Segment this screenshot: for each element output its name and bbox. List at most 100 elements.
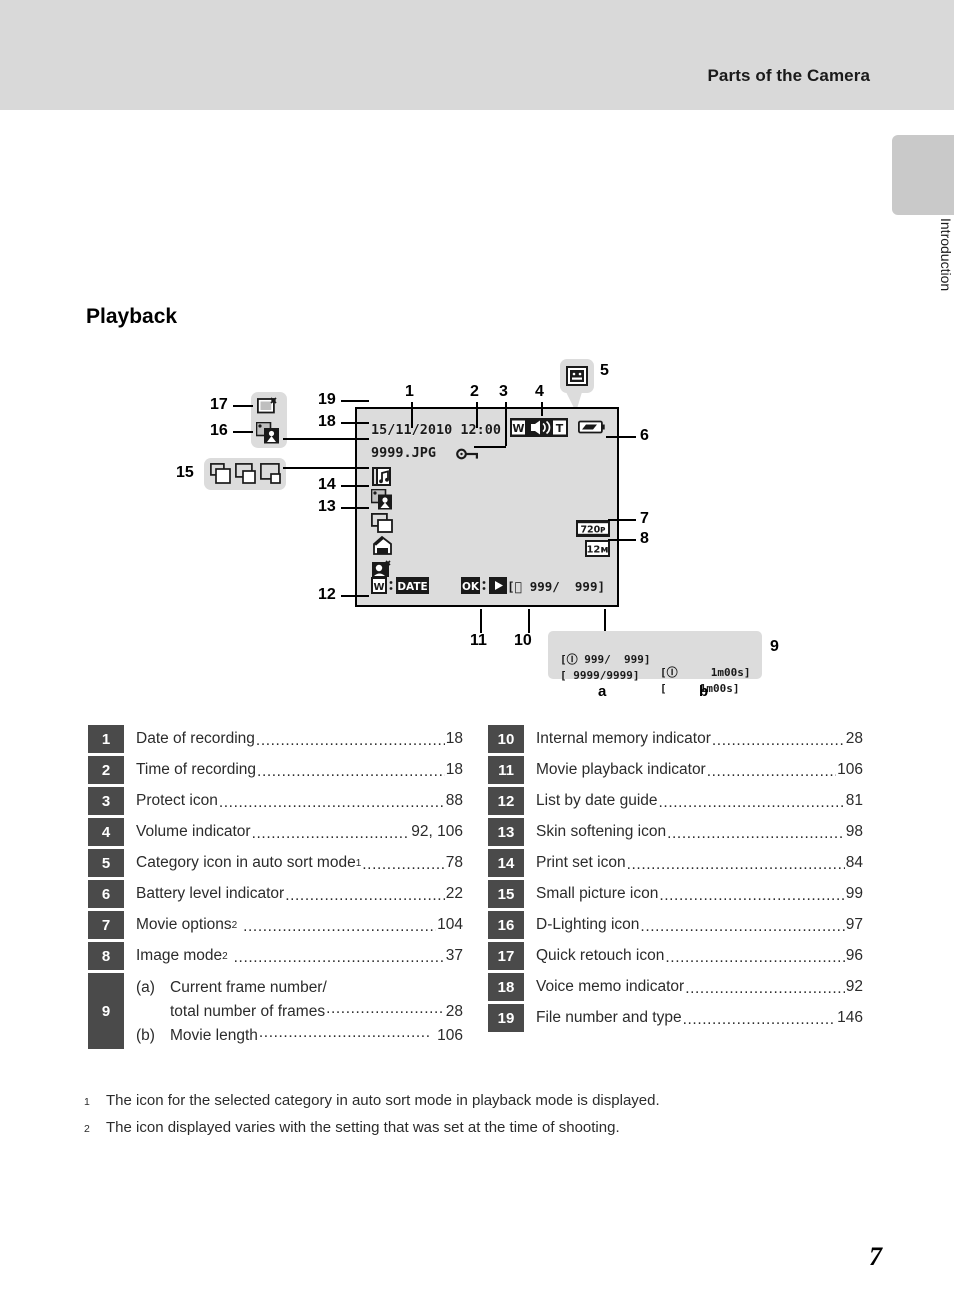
legend-dots: ........................................…	[667, 825, 845, 842]
legend-row: 17 Quick retouch icon....................…	[488, 942, 863, 970]
callout-2: 2	[470, 383, 479, 400]
legend-dots: ........................................…	[685, 980, 845, 997]
leader-6	[606, 436, 636, 438]
callout-15: 15	[176, 464, 194, 481]
playback-display-diagram: 5 15/11/2010 12:00 9999.JPG [ 999/ 999]…	[0, 350, 954, 720]
legend-number: 2	[88, 756, 124, 784]
leader-8	[608, 539, 636, 541]
legend-number: 1	[88, 725, 124, 753]
svg-text:720ᴘ: 720ᴘ	[580, 524, 605, 535]
battery-level-icon	[578, 420, 605, 434]
legend-dots: ........................................…	[285, 887, 445, 904]
leader-9	[604, 609, 606, 631]
legend-dots: ........................................…	[659, 887, 845, 904]
footnote-text: The icon for the selected category in au…	[106, 1092, 660, 1109]
legend-label: File number and type	[536, 1009, 682, 1026]
leader-17	[233, 405, 253, 407]
legend-page: 146	[837, 1009, 863, 1026]
legend-row: 15 Small picture icon....................…	[488, 880, 863, 908]
example-label-a: a	[598, 683, 607, 700]
legend-entry: Internal memory indicator...............…	[524, 725, 863, 753]
legend-entry: Protect icon............................…	[124, 787, 463, 815]
legend-number: 9	[88, 973, 124, 1049]
legend-dots: ....................	[362, 856, 445, 873]
legend-number: 15	[488, 880, 524, 908]
list-by-date-guide-icon: W DATE	[371, 577, 429, 594]
svg-text:W: W	[373, 582, 384, 593]
leader-4	[541, 402, 543, 416]
legend-entry: List by date guide......................…	[524, 787, 863, 815]
legend-number: 8	[88, 942, 124, 970]
legend-label: Movie options	[136, 916, 232, 933]
legend-dots: ...................................	[258, 1024, 431, 1041]
leader-16-to-lcd	[283, 438, 369, 440]
leader-1	[411, 402, 413, 428]
legend-9a-page: 28	[445, 1003, 463, 1020]
legend-entry: Time of recording.......................…	[124, 756, 463, 784]
leader-3-h	[474, 446, 506, 448]
lcd-date-time-text: 15/11/2010 12:00	[371, 422, 502, 438]
legend-page: 96	[845, 947, 863, 964]
voice-memo-icon	[372, 467, 391, 486]
legend-9a-line2: total number of frames .................…	[136, 998, 463, 1022]
legend-page: 78	[445, 854, 463, 871]
legend-column-right: 10 Internal memory indicator.............…	[488, 725, 863, 1035]
callout-18: 18	[318, 413, 336, 430]
legend-dots: ........................................…	[251, 825, 411, 842]
legend-dots: ........................................…	[218, 794, 445, 811]
footnote-row: 1 The icon for the selected category in …	[84, 1088, 884, 1115]
legend-entry: Battery level indicator.................…	[124, 880, 463, 908]
page-number: 7	[869, 1242, 882, 1271]
small-picture-icon-small	[260, 463, 281, 484]
legend-9b-key: (b)	[136, 1027, 155, 1044]
legend-9a-text1: Current frame number/	[170, 979, 327, 996]
example-label-b: b	[699, 683, 709, 700]
small-picture-icon	[371, 513, 393, 533]
leader-10	[528, 609, 530, 633]
legend-row: 2 Time of recording......................…	[88, 756, 463, 784]
legend-page: 106	[837, 761, 863, 778]
image-mode-12m-icon: 12ᴍ	[585, 540, 610, 557]
legend-number: 14	[488, 849, 524, 877]
d-lighting-icon-callout	[256, 422, 279, 444]
leader-11	[480, 609, 482, 633]
legend-number: 19	[488, 1004, 524, 1032]
svg-text:OK: OK	[462, 581, 480, 593]
legend-entry: Movie options 2 .........................…	[124, 911, 463, 939]
legend-row: 3 Protect icon...........................…	[88, 787, 463, 815]
example-row-2: [ 9999/9999] [ 1m00s]	[548, 656, 762, 708]
legend-9a-line1: (a) Current frame number/	[136, 977, 463, 998]
legend-label: Image mode	[136, 947, 223, 964]
legend-footnote-mark: 2	[222, 950, 228, 962]
quick-retouch-icon	[257, 397, 277, 414]
legend-9a-text2: total number of frames	[170, 1003, 326, 1020]
movie-playback-indicator-icon: OK	[461, 577, 507, 594]
leader-12	[341, 595, 369, 597]
legend-dots: ........................................…	[640, 918, 845, 935]
legend-9a-key: (a)	[136, 979, 155, 996]
d-lighting-icon	[371, 489, 392, 510]
leader-15	[283, 467, 369, 469]
legend-number: 3	[88, 787, 124, 815]
legend-row: 7 Movie options 2 ........................…	[88, 911, 463, 939]
legend-label: List by date guide	[536, 792, 658, 809]
legend-label: Small picture icon	[536, 885, 659, 902]
svg-text:DATE: DATE	[397, 581, 427, 593]
print-set-icon	[373, 536, 392, 555]
legend-row-9: 9 (a) Current frame number/ total number…	[88, 973, 463, 1049]
legend-entry: File number and type....................…	[524, 1004, 863, 1032]
callout-10: 10	[514, 632, 532, 649]
legend-label: D-Lighting icon	[536, 916, 640, 933]
legend-dots: ........................................…	[255, 732, 445, 749]
legend-number: 16	[488, 911, 524, 939]
legend-row: 16 D-Lighting icon.......................…	[488, 911, 863, 939]
leader-2	[476, 402, 478, 428]
callout-13: 13	[318, 498, 336, 515]
legend-row: 4 Volume indicator.......................…	[88, 818, 463, 846]
legend-9b-text: Movie length	[170, 1027, 258, 1044]
callout-9: 9	[770, 638, 779, 655]
legend-number: 18	[488, 973, 524, 1001]
section-heading: Playback	[86, 305, 178, 328]
callout-11: 11	[470, 632, 487, 649]
lcd-frame-counter-text: [ 999/ 999]	[507, 579, 605, 594]
